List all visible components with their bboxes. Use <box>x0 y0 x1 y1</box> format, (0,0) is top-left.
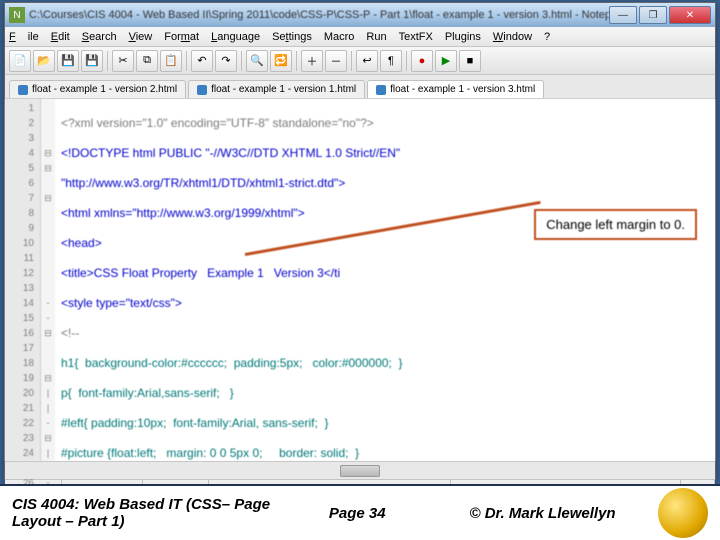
menu-textfx[interactable]: TextFX <box>399 31 433 43</box>
toolbar: 📄 📂 💾 💾 ✂ ⧉ 📋 ↶ ↷ 🔍 🔁 ＋ － ↩ ¶ ● ▶ ■ <box>5 47 715 75</box>
tab-file-1[interactable]: float - example 1 - version 2.html <box>9 80 186 98</box>
app-window: N C:\Courses\CIS 4004 - Web Based II\Spr… <box>4 2 716 480</box>
line-number-gutter: 1234567891011121314151617181920212223242… <box>5 99 41 461</box>
menu-file[interactable]: File <box>9 31 39 43</box>
redo-button[interactable]: ↷ <box>215 50 237 72</box>
minimize-button[interactable]: — <box>609 6 637 24</box>
menu-macro[interactable]: Macro <box>324 31 355 43</box>
zoom-in-button[interactable]: ＋ <box>301 50 323 72</box>
menu-run[interactable]: Run <box>366 31 386 43</box>
annotation-text: Change left margin to 0. <box>546 217 685 232</box>
menu-view[interactable]: View <box>129 31 153 43</box>
cut-button[interactable]: ✂ <box>112 50 134 72</box>
scrollbar-thumb[interactable] <box>340 465 380 477</box>
menu-language[interactable]: Language <box>211 31 260 43</box>
menu-bar: File Edit Search View Format Language Se… <box>5 27 715 47</box>
tab-file-3[interactable]: float - example 1 - version 3.html <box>367 80 544 98</box>
window-title: C:\Courses\CIS 4004 - Web Based II\Sprin… <box>29 9 609 21</box>
tab-label: float - example 1 - version 2.html <box>32 84 177 95</box>
replace-button[interactable]: 🔁 <box>270 50 292 72</box>
footer-seal-icon <box>658 488 708 538</box>
record-macro-button[interactable]: ● <box>411 50 433 72</box>
footer-course: CIS 4004: Web Based IT (CSS– Page Layout… <box>12 496 281 530</box>
zoom-out-button[interactable]: － <box>325 50 347 72</box>
menu-format[interactable]: Format <box>164 31 199 43</box>
save-button[interactable]: 💾 <box>57 50 79 72</box>
undo-button[interactable]: ↶ <box>191 50 213 72</box>
menu-help[interactable]: ? <box>544 31 550 43</box>
menu-search[interactable]: Search <box>82 31 117 43</box>
fold-gutter[interactable]: ⊟⊟⊟--⊟⊟||-⊟||--- <box>41 99 55 461</box>
close-button[interactable]: ✕ <box>669 6 711 24</box>
toolbar-separator <box>241 51 242 71</box>
new-file-button[interactable]: 📄 <box>9 50 31 72</box>
footer-copyright: © Dr. Mark Llewellyn <box>433 505 652 522</box>
file-icon <box>197 85 207 95</box>
save-all-button[interactable]: 💾 <box>81 50 103 72</box>
maximize-button[interactable]: ❐ <box>639 6 667 24</box>
app-icon: N <box>9 7 25 23</box>
show-chars-button[interactable]: ¶ <box>380 50 402 72</box>
code-editor[interactable]: 1234567891011121314151617181920212223242… <box>5 99 715 461</box>
toolbar-separator <box>406 51 407 71</box>
toolbar-separator <box>296 51 297 71</box>
menu-settings[interactable]: Settings <box>272 31 312 43</box>
copy-button[interactable]: ⧉ <box>136 50 158 72</box>
toolbar-separator <box>186 51 187 71</box>
toolbar-separator <box>351 51 352 71</box>
horizontal-scrollbar[interactable] <box>5 461 715 479</box>
stop-macro-button[interactable]: ■ <box>459 50 481 72</box>
tab-bar: float - example 1 - version 2.html float… <box>5 75 715 99</box>
play-macro-button[interactable]: ▶ <box>435 50 457 72</box>
menu-window[interactable]: Window <box>493 31 532 43</box>
open-file-button[interactable]: 📂 <box>33 50 55 72</box>
tab-label: float - example 1 - version 3.html <box>390 84 535 95</box>
tab-label: float - example 1 - version 1.html <box>211 84 356 95</box>
find-button[interactable]: 🔍 <box>246 50 268 72</box>
slide-footer: CIS 4004: Web Based IT (CSS– Page Layout… <box>0 484 720 540</box>
paste-button[interactable]: 📋 <box>160 50 182 72</box>
file-icon <box>18 85 28 95</box>
annotation-callout: Change left margin to 0. <box>534 209 697 240</box>
title-bar[interactable]: N C:\Courses\CIS 4004 - Web Based II\Spr… <box>5 3 715 27</box>
tab-file-2[interactable]: float - example 1 - version 1.html <box>188 80 365 98</box>
window-controls: — ❐ ✕ <box>609 6 711 24</box>
wrap-button[interactable]: ↩ <box>356 50 378 72</box>
footer-page: Page 34 <box>281 505 433 522</box>
toolbar-separator <box>107 51 108 71</box>
menu-plugins[interactable]: Plugins <box>445 31 481 43</box>
menu-edit[interactable]: Edit <box>51 31 70 43</box>
file-icon <box>376 85 386 95</box>
code-content[interactable]: <?xml version="1.0" encoding="UTF-8" sta… <box>55 99 715 461</box>
